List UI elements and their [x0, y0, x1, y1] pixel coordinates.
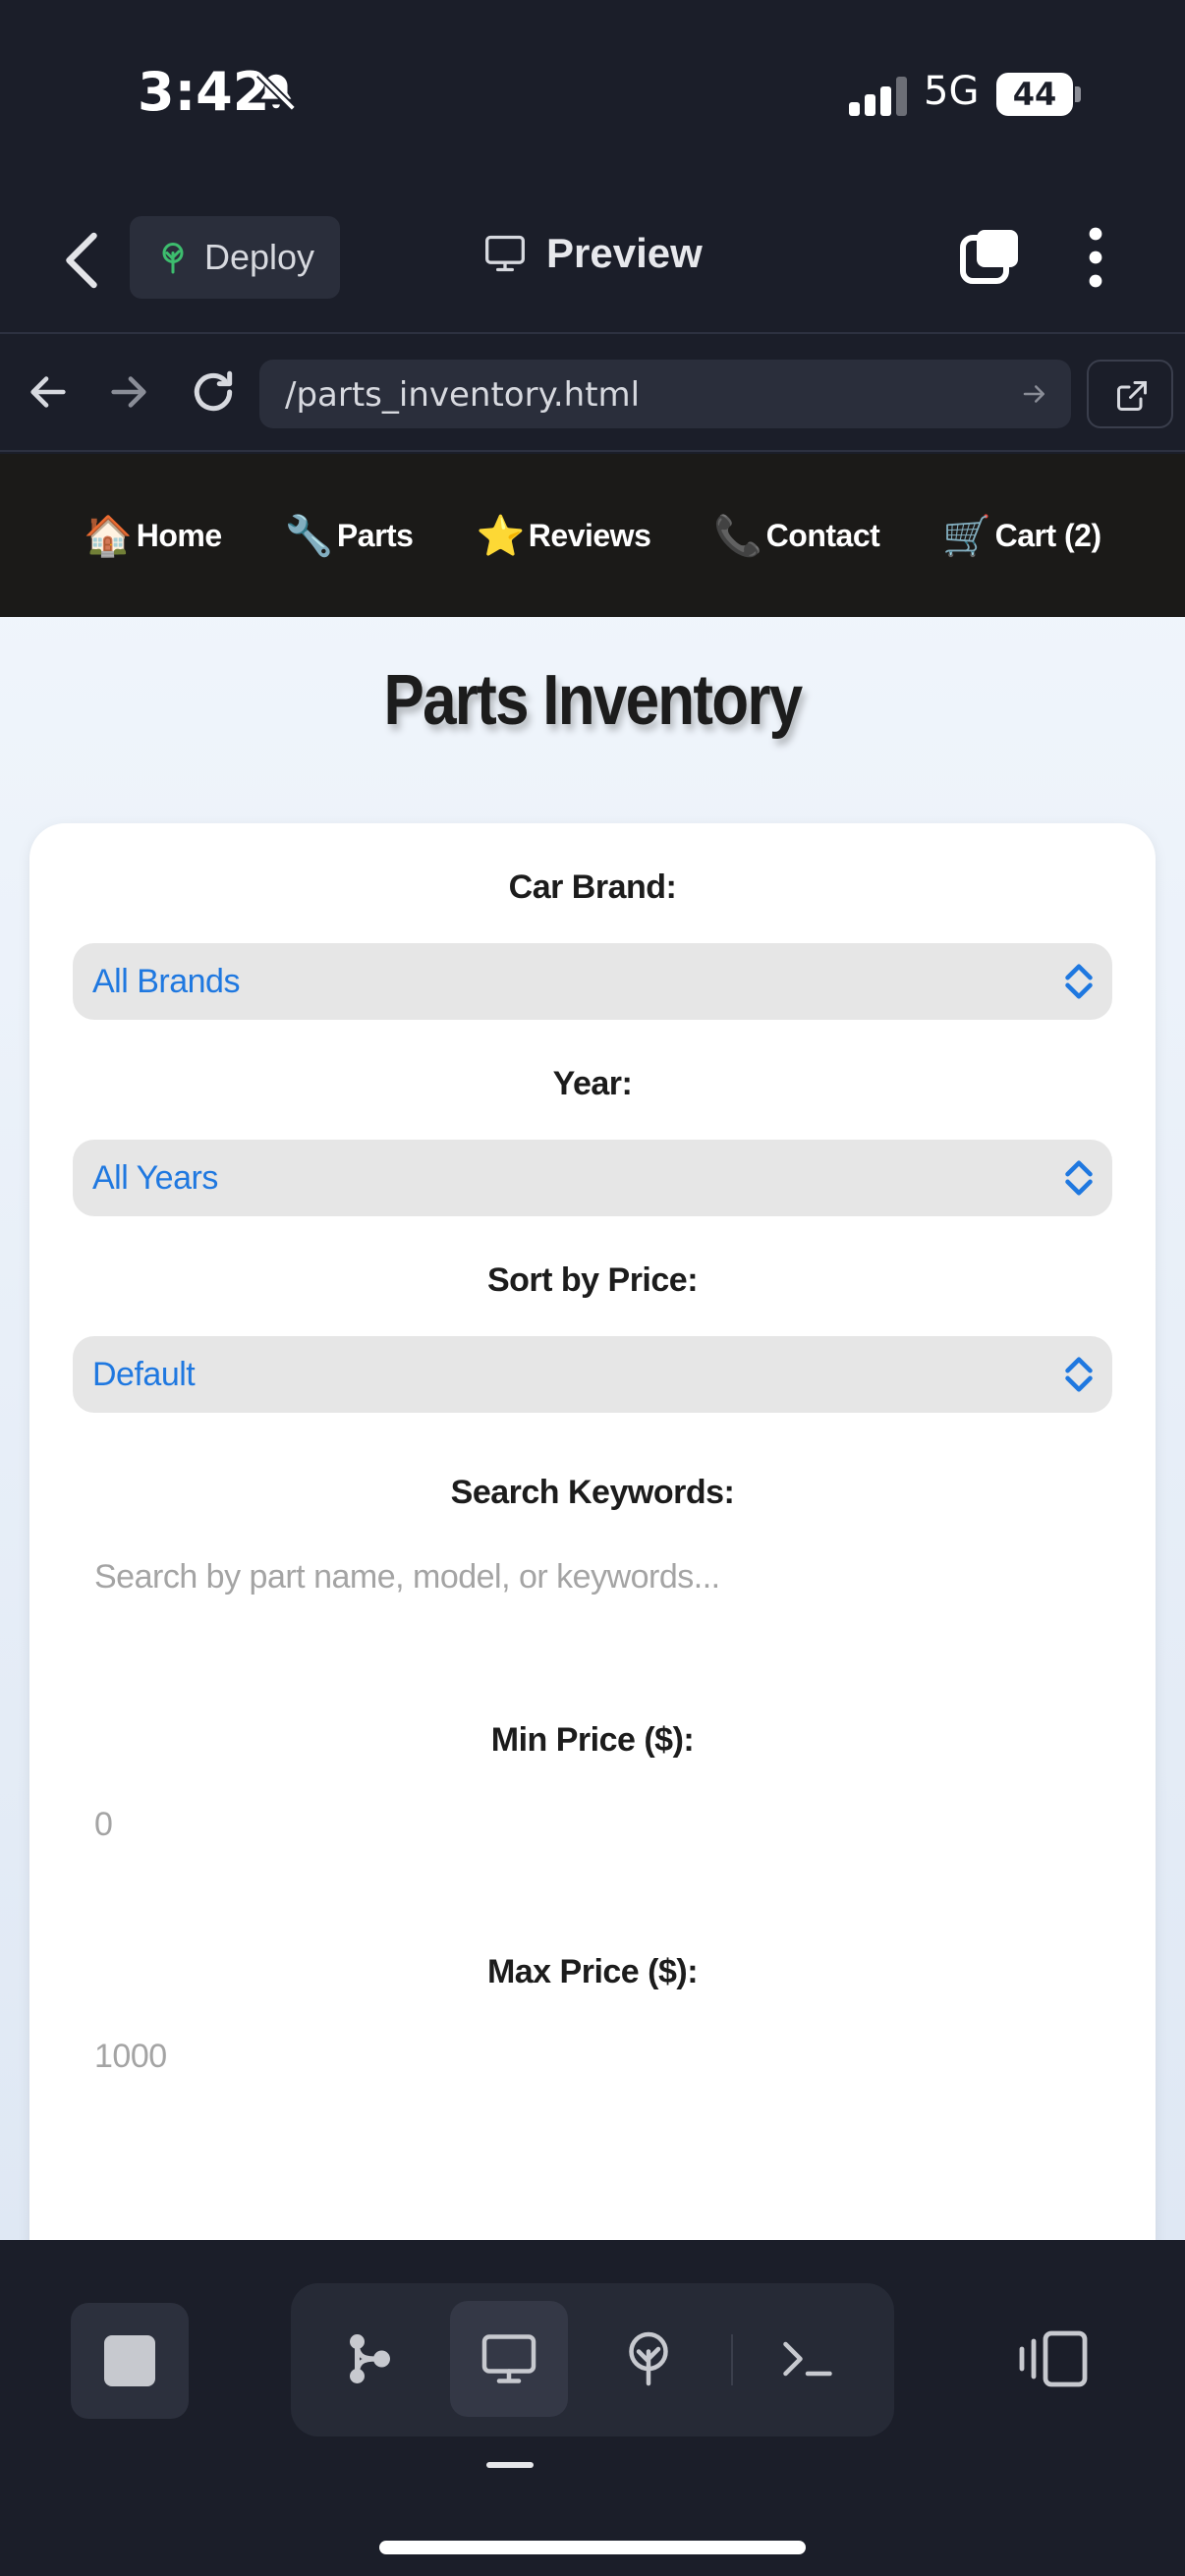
- nav-link-parts[interactable]: 🔧 Parts: [285, 513, 414, 559]
- bell-slash-icon: [256, 72, 296, 111]
- sort-select[interactable]: Default: [73, 1336, 1112, 1413]
- nav-link-contact[interactable]: 📞 Contact: [713, 513, 879, 559]
- deploy-button[interactable]: Deploy: [130, 216, 340, 299]
- search-input[interactable]: Search by part name, model, or keywords.…: [73, 1540, 1112, 1619]
- stop-icon: [104, 2335, 155, 2386]
- antenna-icon: [629, 2331, 668, 2386]
- year-select[interactable]: All Years: [73, 1140, 1112, 1216]
- year-select-value: All Years: [92, 1159, 218, 1197]
- nav-label: Cart (2): [994, 517, 1102, 553]
- network-type: 5G: [924, 69, 980, 114]
- preview-tab[interactable]: Preview: [483, 230, 703, 277]
- deploy-tree-icon: [162, 243, 184, 274]
- graph-tool-button[interactable]: [310, 2301, 428, 2417]
- star-icon: ⭐: [476, 513, 525, 559]
- monitor-icon: [481, 2334, 536, 2383]
- arrow-right-icon[interactable]: [106, 369, 151, 415]
- toolbar-divider: [731, 2334, 733, 2385]
- battery-level: 44: [996, 73, 1073, 116]
- arrow-left-icon[interactable]: [26, 369, 71, 415]
- signal-strength-icon: [849, 77, 910, 116]
- nav-link-home[interactable]: 🏠 Home: [84, 513, 222, 559]
- home-icon: 🏠: [84, 513, 133, 559]
- select-chevron-icon: [1065, 1160, 1093, 1196]
- battery-icon: 44: [996, 73, 1081, 116]
- app-header: Deploy Preview: [0, 196, 1185, 334]
- tool-switcher: [291, 2283, 894, 2436]
- nav-label: Home: [136, 517, 222, 553]
- search-placeholder: Search by part name, model, or keywords.…: [94, 1558, 720, 1596]
- min-price-input[interactable]: 0: [73, 1788, 1112, 1867]
- page-title: Parts Inventory: [383, 661, 803, 740]
- browser-bar: /parts_inventory.html: [0, 336, 1185, 452]
- brand-select-value: All Brands: [92, 963, 240, 1000]
- nav-label: Parts: [336, 517, 414, 553]
- select-chevron-icon: [1065, 964, 1093, 999]
- deploy-label: Deploy: [204, 237, 315, 277]
- sort-select-value: Default: [92, 1356, 196, 1393]
- open-external-button[interactable]: [1087, 360, 1173, 428]
- terminal-icon: [783, 2341, 832, 2377]
- graph-icon: [350, 2334, 390, 2383]
- max-price-label: Max Price ($):: [486, 1953, 699, 1990]
- go-arrow-icon[interactable]: [1020, 379, 1049, 409]
- status-time: 3:42: [138, 61, 270, 123]
- copy-icon[interactable]: [959, 226, 1022, 289]
- site-preview: 🏠 Home 🔧 Parts ⭐ Reviews 📞 Contact 🛒 Car…: [0, 454, 1185, 2240]
- sort-label: Sort by Price:: [486, 1261, 699, 1299]
- brand-select[interactable]: All Brands: [73, 943, 1112, 1020]
- phone-icon: 📞: [713, 513, 762, 559]
- terminal-tool-button[interactable]: [749, 2301, 867, 2417]
- brand-label: Car Brand:: [508, 868, 677, 906]
- monitor-icon: [485, 235, 525, 272]
- filter-panel: Car Brand: All Brands Year: All Years So…: [29, 823, 1156, 2240]
- nav-link-reviews[interactable]: ⭐ Reviews: [476, 513, 650, 559]
- wrench-icon: 🔧: [284, 513, 334, 559]
- reload-icon[interactable]: [189, 367, 238, 417]
- nav-link-cart[interactable]: 🛒 Cart (2): [942, 513, 1102, 559]
- back-chevron-icon[interactable]: [57, 231, 106, 290]
- home-indicator: [379, 2541, 806, 2554]
- cart-icon: 🛒: [942, 513, 991, 559]
- device-toggle-icon[interactable]: [1018, 2328, 1089, 2389]
- url-input[interactable]: /parts_inventory.html: [259, 360, 1071, 428]
- url-text: /parts_inventory.html: [285, 375, 641, 415]
- select-chevron-icon: [1065, 1357, 1093, 1392]
- min-price-label: Min Price ($):: [490, 1721, 695, 1759]
- max-price-placeholder: 1000: [94, 2038, 167, 2075]
- nav-label: Reviews: [528, 517, 651, 553]
- min-price-placeholder: 0: [94, 1806, 113, 1843]
- year-label: Year:: [552, 1065, 633, 1102]
- site-navbar: 🏠 Home 🔧 Parts ⭐ Reviews 📞 Contact 🛒 Car…: [0, 454, 1185, 617]
- deploy-tool-button[interactable]: [590, 2301, 707, 2417]
- max-price-input[interactable]: 1000: [73, 2020, 1112, 2099]
- active-tab-indicator: [486, 2462, 534, 2468]
- stop-button[interactable]: [71, 2303, 189, 2419]
- search-label: Search Keywords:: [450, 1474, 735, 1511]
- preview-label: Preview: [546, 230, 703, 276]
- status-bar: 3:42 5G 44: [0, 0, 1185, 187]
- more-vertical-icon[interactable]: [1081, 226, 1110, 289]
- bottom-toolbar: [0, 2240, 1185, 2576]
- nav-label: Contact: [765, 517, 880, 553]
- preview-tool-button[interactable]: [450, 2301, 568, 2417]
- open-external-icon: [1117, 381, 1147, 411]
